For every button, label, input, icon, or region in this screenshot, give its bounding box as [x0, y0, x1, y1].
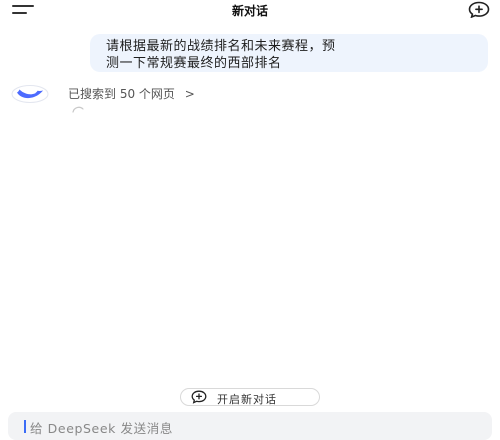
new-chat-icon[interactable] — [468, 1, 490, 18]
loading-spinner-icon — [72, 106, 84, 113]
search-status-text: 已搜索到 50 个网页 — [68, 87, 175, 101]
start-new-chat-button[interactable]: 开启新对话 — [180, 388, 320, 406]
page-title: 新对话 — [231, 4, 268, 18]
start-new-chat-label: 开启新对话 — [217, 393, 277, 406]
search-results-toggle[interactable]: 已搜索到 50 个网页 > — [68, 85, 195, 102]
message-input[interactable]: 给 DeepSeek 发送消息 — [8, 412, 492, 440]
user-message-line: 测一下常规赛最终的西部排名 — [106, 56, 282, 71]
top-bar: 新对话 — [0, 0, 500, 20]
assistant-search-status: 已搜索到 50 个网页 > — [10, 84, 310, 106]
text-caret — [24, 420, 26, 433]
deepseek-whale-icon — [11, 85, 49, 103]
new-chat-icon — [191, 390, 207, 404]
message-input-placeholder: 给 DeepSeek 发送消息 — [30, 421, 173, 436]
chevron-right-icon: > — [184, 87, 195, 101]
user-message-line: 请根据最新的战绩排名和未来赛程，预 — [106, 39, 336, 54]
user-message-bubble: 请根据最新的战绩排名和未来赛程，预 测一下常规赛最终的西部排名 — [90, 34, 488, 72]
